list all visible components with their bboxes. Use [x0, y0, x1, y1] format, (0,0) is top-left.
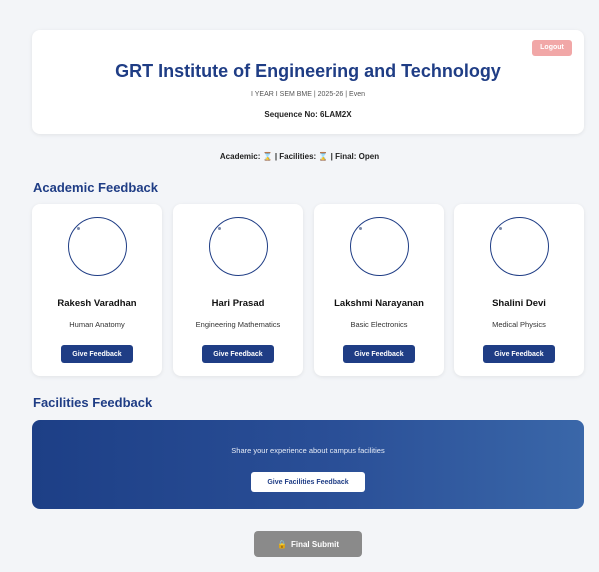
avatar [350, 217, 409, 276]
final-status-label: | Final: Open [330, 152, 380, 161]
academic-status-label: Academic: [219, 152, 261, 161]
final-submit-label: Final Submit [290, 539, 339, 549]
logout-button[interactable]: Logout [532, 40, 572, 56]
facilities-card: Share your experience about campus facil… [32, 420, 584, 509]
teacher-card: Hari Prasad Engineering Mathematics Give… [173, 204, 303, 376]
facilities-description: Share your experience about campus facil… [231, 446, 385, 455]
teacher-name: Hari Prasad [211, 298, 265, 309]
hourglass-icon: ⌛ [318, 152, 329, 161]
avatar [209, 217, 268, 276]
sequence-number: Sequence No: 6LAM2X [264, 110, 352, 119]
teacher-subject: Engineering Mathematics [195, 320, 281, 329]
give-facilities-feedback-button[interactable]: Give Facilities Feedback [251, 472, 365, 492]
avatar [68, 217, 127, 276]
give-feedback-button[interactable]: Give Feedback [202, 345, 274, 363]
teacher-card: Shalini Devi Medical Physics Give Feedba… [454, 204, 584, 376]
institute-title: GRT Institute of Engineering and Technol… [115, 61, 501, 81]
give-feedback-button[interactable]: Give Feedback [483, 345, 555, 363]
course-info: I YEAR I SEM BME | 2025-26 | Even [250, 91, 365, 98]
lock-icon: 🔒 [277, 539, 287, 549]
header-card: Logout GRT Institute of Engineering and … [32, 30, 584, 134]
teacher-name: Lakshmi Narayanan [334, 298, 424, 309]
teacher-name: Shalini Devi [492, 298, 546, 309]
final-submit-button[interactable]: 🔒 Final Submit [254, 531, 362, 557]
teacher-card: Lakshmi Narayanan Basic Electronics Give… [314, 204, 444, 376]
status-line: Academic: ⌛ | Facilities: ⌛ | Final: Ope… [0, 152, 599, 161]
give-feedback-button[interactable]: Give Feedback [343, 345, 415, 363]
teacher-card: Rakesh Varadhan Human Anatomy Give Feedb… [32, 204, 162, 376]
teacher-subject: Basic Electronics [350, 320, 408, 329]
teacher-subject: Medical Physics [492, 320, 546, 329]
give-feedback-button[interactable]: Give Feedback [61, 345, 133, 363]
hourglass-icon: ⌛ [262, 152, 273, 161]
avatar [490, 217, 549, 276]
academic-feedback-title: Academic Feedback [33, 180, 159, 195]
facilities-status-label: | Facilities: [274, 152, 317, 161]
facilities-feedback-title: Facilities Feedback [33, 395, 153, 410]
teacher-subject: Human Anatomy [69, 320, 125, 329]
teacher-name: Rakesh Varadhan [57, 298, 137, 309]
